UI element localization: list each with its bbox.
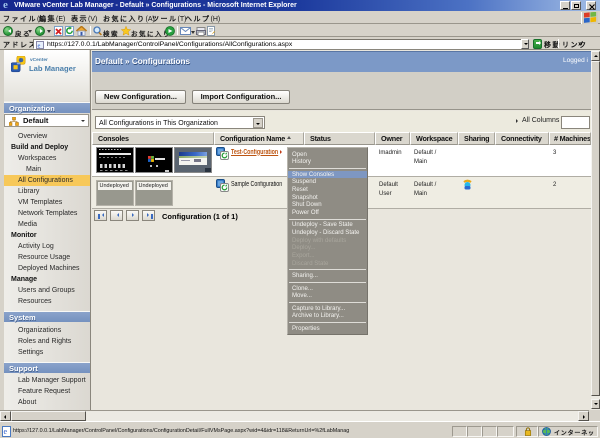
svg-text:e: e	[4, 427, 8, 436]
svg-text:e: e	[38, 42, 41, 49]
